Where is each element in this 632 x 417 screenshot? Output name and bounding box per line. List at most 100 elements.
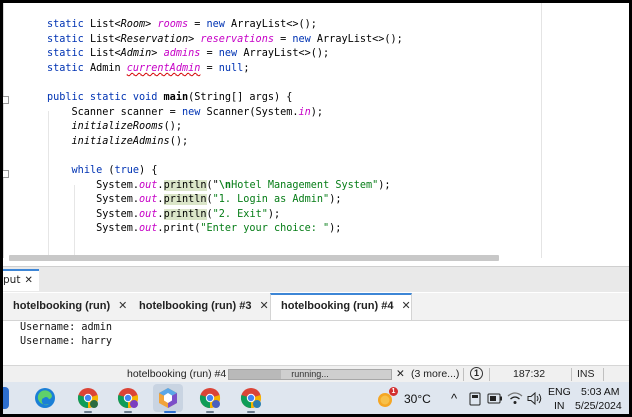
code-token: ( — [102, 164, 115, 176]
code-token: out — [139, 208, 158, 220]
code-token: println — [163, 194, 207, 206]
tab-hotelbooking-run-3[interactable]: hotelbooking (run) #3 ✕ — [129, 293, 270, 320]
code-line[interactable]: System.out.println("\nHotel Management S… — [3, 179, 403, 194]
device-icon[interactable] — [469, 392, 481, 406]
console-line: Username: admin — [20, 322, 113, 333]
code-token: . — [157, 179, 164, 191]
output-window-header: put ✕ — [3, 266, 629, 292]
code-line[interactable]: static List<Reservation> reservations = … — [3, 33, 403, 48]
code-line[interactable]: static List<Admin> admins = new ArrayLis… — [3, 47, 403, 62]
code-token: \n — [218, 179, 232, 191]
code-token: null — [218, 62, 244, 74]
chrome-profile-c-icon[interactable] — [199, 387, 221, 409]
code-line[interactable]: initializeAdmins(); — [3, 135, 403, 150]
task-progress-bar[interactable]: running... — [228, 369, 392, 380]
code-token: (" — [206, 179, 219, 191]
clock-date[interactable]: 5/25/2024 — [575, 400, 622, 412]
code-token: static — [47, 33, 90, 45]
code-line[interactable] — [3, 76, 403, 91]
weather-alert-badge: 1 — [389, 387, 398, 396]
cancel-task-icon[interactable]: ✕ — [396, 368, 405, 380]
code-line[interactable] — [3, 149, 403, 164]
caret-position: 187:32 — [513, 368, 546, 380]
code-token: System. — [47, 208, 140, 220]
code-token: ArrayList<>(); — [224, 19, 317, 30]
code-token: Scanner scanner = — [47, 106, 182, 118]
chrome-profile-d-icon[interactable] — [240, 387, 262, 409]
code-token: reservations — [200, 33, 274, 45]
code-token: out — [139, 179, 158, 191]
code-line[interactable]: System.out.println("1. Login as Admin"); — [3, 193, 403, 208]
chrome-profile-b-icon[interactable] — [117, 387, 139, 409]
output-window-tab[interactable]: put ✕ — [3, 269, 39, 291]
more-tasks-link[interactable]: (3 more...) — [411, 368, 459, 380]
app-icon-partial[interactable] — [3, 387, 9, 409]
horizontal-scrollbar[interactable] — [9, 255, 499, 261]
code-line[interactable]: static Admin currentAdmin = null; — [3, 62, 403, 77]
divider — [489, 368, 490, 381]
weather-temperature[interactable]: 30°C — [404, 392, 431, 406]
code-token: Admin — [89, 62, 127, 74]
code-line[interactable]: static List<Room> rooms = new ArrayList<… — [3, 18, 403, 33]
code-token: ; — [243, 62, 250, 74]
close-icon[interactable]: ✕ — [259, 300, 268, 312]
chrome-profile-a-icon[interactable] — [77, 387, 99, 409]
code-token: > — [188, 33, 201, 45]
code-token: static — [47, 62, 90, 74]
code-token: main — [163, 91, 189, 103]
code-token: List< — [89, 19, 121, 30]
netbeans-ide-icon[interactable] — [157, 387, 179, 409]
code-token: while — [71, 164, 103, 176]
code-line[interactable]: System.out.print("Enter your choice: "); — [3, 222, 403, 237]
notification-badge-icon[interactable]: 1 — [470, 367, 483, 380]
close-icon[interactable]: ✕ — [24, 275, 32, 286]
code-line[interactable]: while (true) { — [3, 164, 403, 179]
code-token: println — [163, 208, 207, 220]
battery-icon[interactable] — [487, 393, 503, 404]
code-token: ); — [329, 223, 342, 235]
code-line[interactable]: public static void main(String[] args) { — [3, 91, 403, 106]
code-token: ); — [378, 179, 391, 191]
output-tab-label: put — [3, 274, 21, 286]
code-token: ); — [329, 194, 342, 206]
right-margin-guide — [541, 3, 542, 258]
code-text[interactable]: static List<Room> rooms = new ArrayList<… — [3, 18, 403, 237]
chevron-up-icon[interactable]: ^ — [451, 391, 457, 406]
code-line[interactable]: Scanner scanner = new Scanner(System.in)… — [3, 106, 403, 121]
code-line[interactable]: System.out.println("2. Exit"); — [3, 208, 403, 223]
code-token: List< — [89, 48, 121, 60]
console-output[interactable]: Username: admin Username: harry — [3, 321, 629, 361]
code-token: ) { — [139, 164, 158, 176]
code-token: ArrayList<>(); — [237, 48, 330, 60]
code-line[interactable]: initializeRooms(); — [3, 120, 403, 135]
close-icon[interactable]: ✕ — [401, 300, 410, 312]
tab-hotelbooking-run[interactable]: hotelbooking (run) ✕ — [3, 293, 129, 320]
tab-hotelbooking-run-4[interactable]: hotelbooking (run) #4 ✕ — [270, 293, 412, 320]
edge-browser-icon[interactable] — [34, 387, 56, 409]
language-indicator[interactable]: ENG — [548, 386, 571, 398]
status-task-label: hotelbooking (run) #4 — [127, 368, 227, 380]
clock-time[interactable]: 5:03 AM — [581, 386, 620, 398]
insert-mode[interactable]: INS — [577, 368, 595, 380]
code-token: "Enter your choice: " — [200, 223, 330, 235]
progress-label: running... — [291, 369, 329, 379]
code-token: public static void — [47, 91, 164, 103]
code-token: (String[] args) { — [188, 91, 293, 103]
tab-label: hotelbooking (run) #3 — [139, 300, 252, 312]
wifi-icon[interactable] — [507, 391, 523, 405]
code-token: println — [163, 179, 207, 191]
code-token: static — [47, 19, 90, 30]
code-editor[interactable]: static List<Room> rooms = new ArrayList<… — [3, 3, 629, 265]
code-token: "1. Login as Admin" — [212, 194, 330, 206]
divider — [463, 368, 464, 381]
volume-icon[interactable] — [527, 392, 542, 405]
code-token: new — [206, 19, 225, 30]
code-token: admins — [163, 48, 201, 60]
close-icon[interactable]: ✕ — [118, 300, 127, 312]
code-token: System. — [47, 223, 140, 235]
running-indicator — [124, 411, 132, 413]
code-token: = — [200, 48, 219, 60]
code-token: ); — [310, 106, 324, 118]
code-token: Admin — [120, 48, 152, 60]
